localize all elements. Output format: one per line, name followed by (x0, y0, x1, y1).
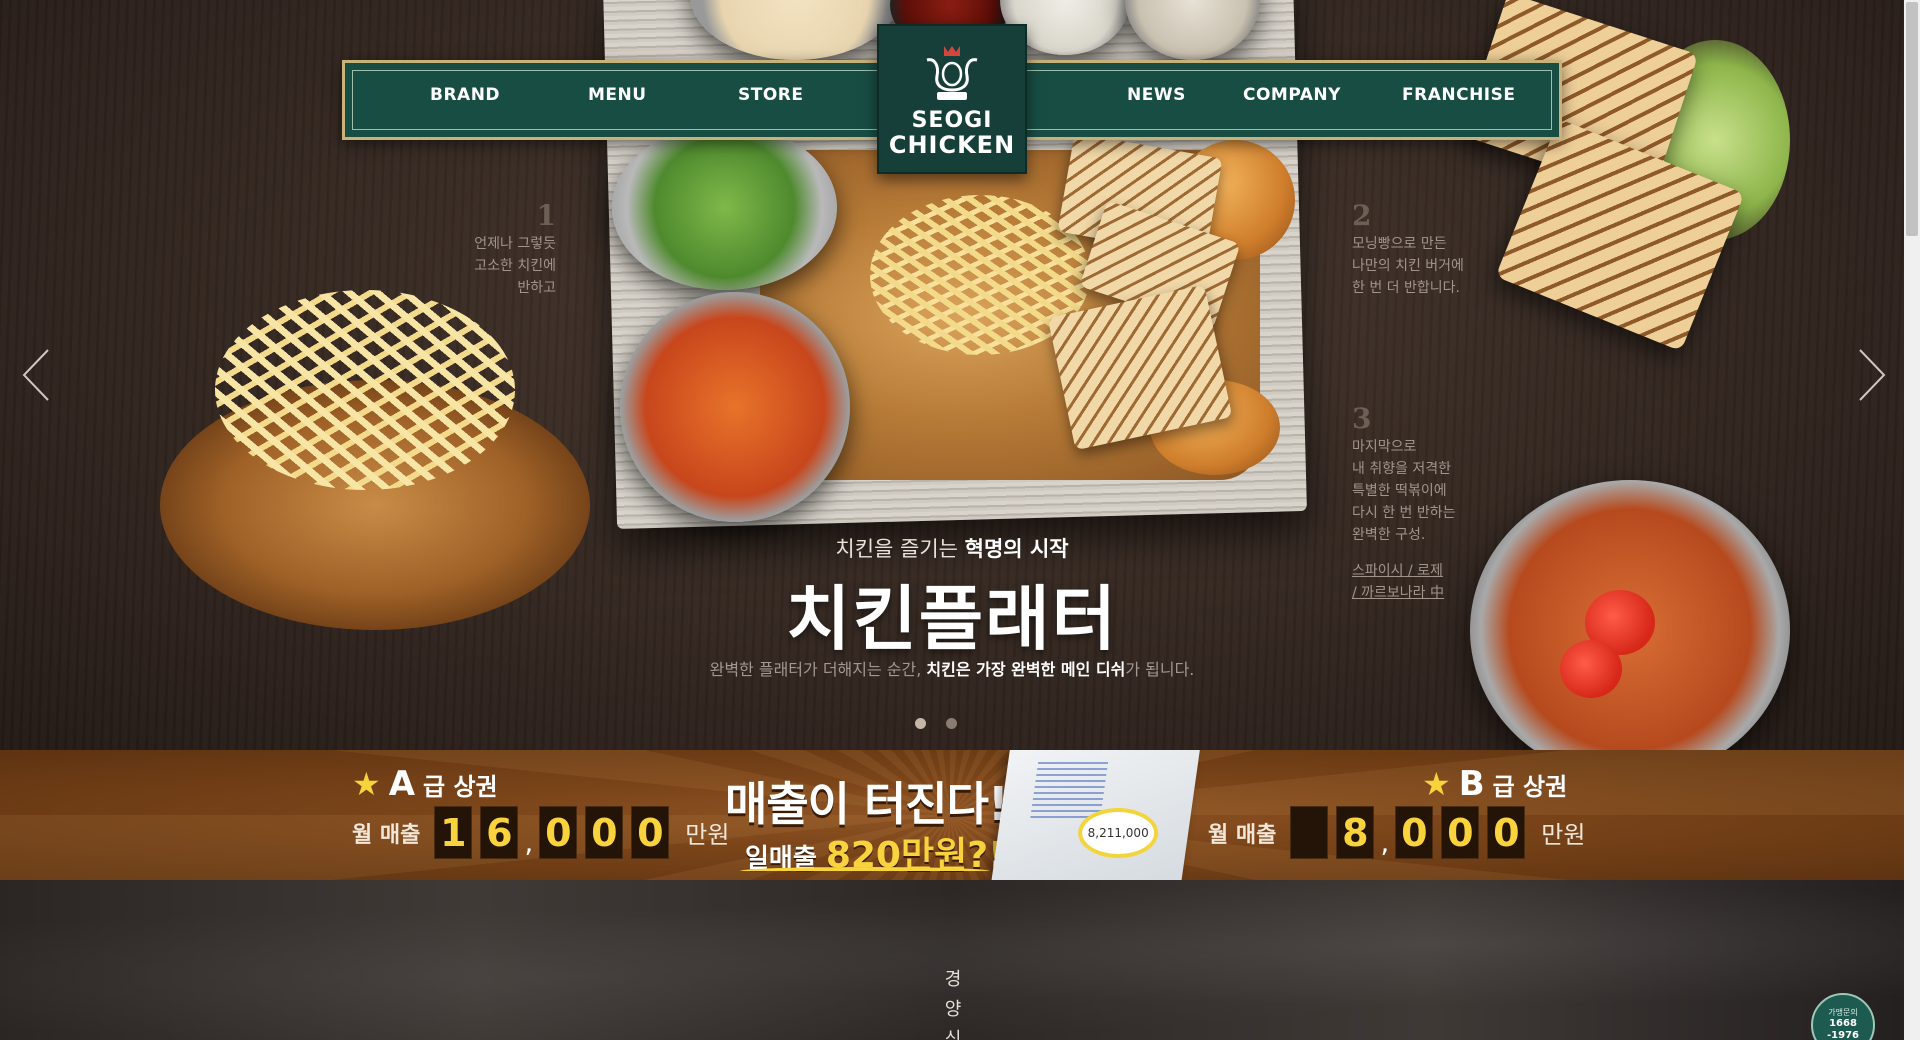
hero-desc-text: 가 됩니다. (1125, 660, 1195, 679)
slide-pagination (915, 718, 957, 729)
vertical-char: 양 (944, 999, 962, 1020)
chevron-left-icon (22, 349, 49, 401)
hero-title: 치킨플래터 (786, 578, 1118, 660)
site-logo[interactable]: SEOGI CHICKEN (877, 24, 1027, 174)
feature-number: 3 (1352, 402, 1372, 435)
grade-letter: B (1458, 764, 1485, 804)
feature-line: 내 취향을 저격한 (1352, 461, 1452, 477)
grade-letter: A (388, 764, 416, 804)
feature-line: 반하고 (517, 280, 556, 296)
grade-a-sales: 월 매출 1 6 , 0 0 0 만원 (352, 806, 729, 859)
hero-desc-text: 완벽한 플래터가 더해지는 순간, (709, 660, 927, 679)
sales-digit: 8 (1336, 806, 1375, 859)
sales-digit (1290, 806, 1329, 859)
pos-receipt-image: 8,211,000 (990, 750, 1200, 880)
grade-a-heading: ★ A 급 상권 (352, 764, 498, 804)
sales-unit: 만원 (685, 821, 730, 849)
scrollbar-thumb[interactable] (1906, 2, 1918, 236)
call-label: 가맹문의 (1828, 1008, 1858, 1017)
feature-line: 모닝빵으로 만든 (1352, 236, 1447, 252)
sales-digit: 0 (1487, 806, 1526, 859)
sales-digit: 0 (585, 806, 624, 859)
vertical-heading: 경 양 식 (944, 965, 962, 1040)
feature-line: 언제나 그렇듯 (474, 236, 556, 252)
star-icon: ★ (352, 765, 381, 803)
sales-digit: 0 (1441, 806, 1480, 859)
sales-digit: 0 (631, 806, 670, 859)
crown-emblem-icon (926, 46, 978, 100)
salad-bowl-image (612, 125, 837, 290)
grade-b-sales: 월 매출 8 , 0 0 0 만원 (1208, 806, 1585, 859)
logo-text-seogi: SEOGI (911, 108, 993, 133)
nav-franchise[interactable]: FRANCHISE (1402, 85, 1515, 105)
grade-b-heading: ★ B 급 상권 (1422, 764, 1567, 804)
receipt-lines (1030, 758, 1109, 818)
feature-number: 1 (536, 199, 556, 232)
nav-store[interactable]: STORE (738, 85, 804, 105)
digit-comma: , (1380, 826, 1390, 859)
feature-line: 한 번 더 반합니다. (1352, 280, 1460, 296)
feature-number: 2 (1352, 199, 1372, 232)
hero-subtitle: 치킨을 즐기는 혁명의 시작 (0, 533, 1904, 563)
nav-company[interactable]: COMPANY (1243, 85, 1341, 105)
feature-line: 다시 한 번 반하는 (1352, 505, 1456, 521)
sales-label: 월 매출 (1208, 822, 1277, 848)
slide-dot-1[interactable] (915, 718, 926, 729)
sales-digit: 0 (539, 806, 578, 859)
sales-digit: 1 (434, 806, 473, 859)
feature-line: 고소한 치킨에 (474, 258, 556, 274)
digit-comma: , (524, 826, 534, 859)
tteokbokki-bowl-image (620, 292, 850, 522)
swoosh-underline (740, 867, 990, 875)
sales-unit: 만원 (1541, 821, 1586, 849)
sales-digit: 6 (480, 806, 519, 859)
grade-label: 급 상권 (1492, 772, 1568, 801)
nav-news[interactable]: NEWS (1127, 85, 1186, 105)
call-number: 1668 (1829, 1018, 1857, 1029)
vertical-char: 경 (944, 969, 962, 990)
next-slide-button[interactable] (1850, 345, 1890, 405)
franchise-sales-banner[interactable]: ★ A 급 상권 월 매출 1 6 , 0 0 0 만원 매출이 터진다!!! … (0, 750, 1904, 880)
star-icon: ★ (1422, 765, 1451, 803)
chevron-right-icon (1859, 349, 1886, 401)
grade-label: 급 상권 (423, 772, 498, 801)
slide-dot-2[interactable] (946, 718, 957, 729)
feature-line: 마지막으로 (1352, 439, 1417, 455)
feature-2: 2 모닝빵으로 만든 나만의 치킨 버거에 한 번 더 반합니다. (1352, 199, 1502, 299)
fries-topping-image (215, 290, 515, 490)
hero-subtitle-bold: 혁명의 시작 (964, 537, 1069, 561)
hero-subtitle-text: 치킨을 즐기는 (835, 537, 965, 561)
nav-menu[interactable]: MENU (588, 85, 647, 105)
logo-text-chicken: CHICKEN (888, 131, 1016, 159)
nav-brand[interactable]: BRAND (430, 85, 500, 105)
feature-line: 특별한 떡볶이에 (1352, 483, 1447, 499)
sales-digit: 0 (1395, 806, 1434, 859)
feature-line: 나만의 치킨 버거에 (1352, 258, 1464, 274)
receipt-amount: 8,211,000 (1078, 808, 1159, 858)
hero-description: 완벽한 플래터가 더해지는 순간, 치킨은 가장 완벽한 메인 디쉬가 됩니다. (0, 656, 1904, 680)
sales-label: 월 매출 (352, 822, 421, 848)
hero-desc-bold: 치킨은 가장 완벽한 메인 디쉬 (926, 660, 1126, 679)
prev-slide-button[interactable] (18, 345, 58, 405)
feature-1: 1 언제나 그렇듯 고소한 치킨에 반하고 (400, 199, 556, 299)
vertical-char: 식 (944, 1029, 962, 1040)
call-number: -1976 (1827, 1030, 1859, 1040)
